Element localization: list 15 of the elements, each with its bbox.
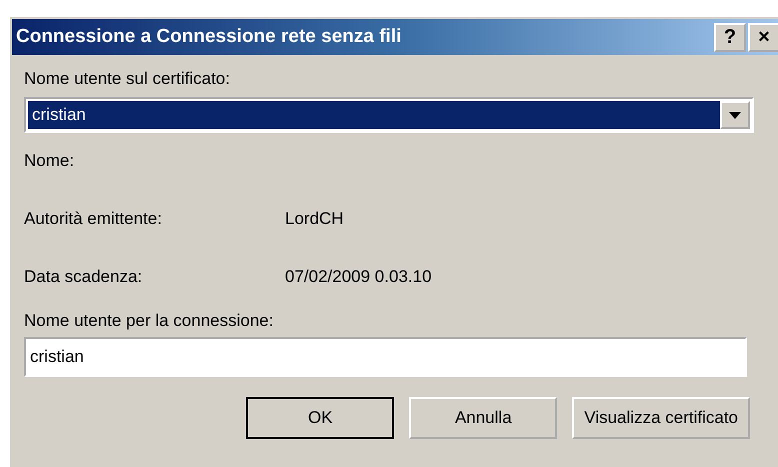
field-label: Nome utente sul certificato: xyxy=(24,69,231,89)
cancel-button[interactable]: Annulla xyxy=(409,397,558,439)
username-field[interactable]: cristian xyxy=(24,337,747,377)
help-button[interactable]: ? xyxy=(714,22,746,52)
field-value: 07/02/2009 0.03.10 xyxy=(285,267,432,287)
close-button[interactable]: × xyxy=(748,22,778,52)
view-certificate-button[interactable]: Visualizza certificato xyxy=(572,397,750,439)
field-label: Nome utente per la connessione: xyxy=(24,311,274,331)
window-title: Connessione a Connessione rete senza fili xyxy=(16,26,402,48)
user-dropdown[interactable]: cristian xyxy=(24,97,754,133)
field-label: Nome: xyxy=(24,151,76,171)
field-label: Autorità emittente: xyxy=(24,209,163,229)
ok-button[interactable]: OK xyxy=(246,397,394,439)
field-value: LordCH xyxy=(285,209,344,229)
field-label: Data scadenza: xyxy=(24,267,144,287)
